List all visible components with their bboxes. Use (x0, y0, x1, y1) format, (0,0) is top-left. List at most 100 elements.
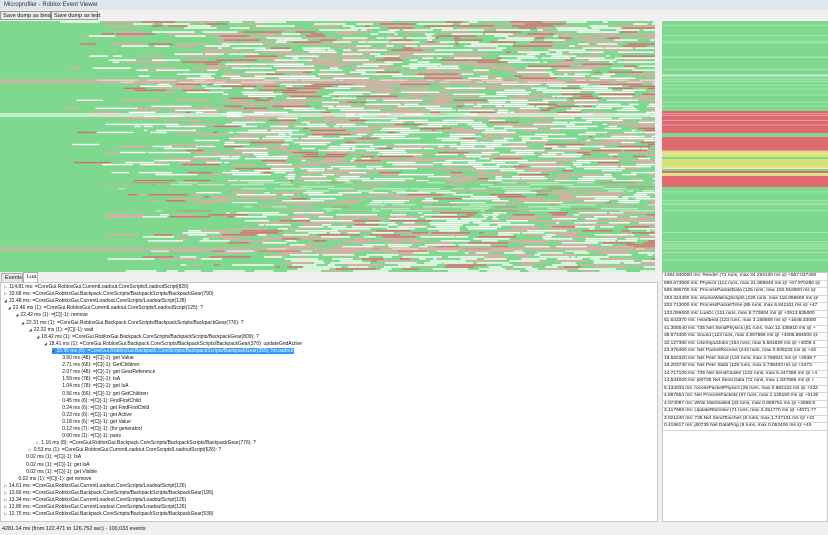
stats-row[interactable]: 283.424400 ms: esumeWaitingScripts (226 … (663, 296, 827, 303)
timeline-segment (208, 65, 244, 67)
stats-row[interactable]: 23.376460 ms: Net PacketReceive (243 run… (663, 348, 827, 356)
stats-row[interactable]: 4.867554 ms: Net ProcessPackets (87 runs… (663, 393, 827, 401)
timeline-segment (506, 268, 515, 270)
timeline-segment (512, 214, 535, 216)
timeline-segment (294, 141, 331, 144)
tree-node[interactable]: ◢ 22.48 ms: =CoreGui.RobloxGui.CurrentLoa… (4, 298, 186, 304)
timeline-segment (215, 198, 253, 200)
timeline-segment (138, 75, 150, 77)
tab-events[interactable]: Events (1, 273, 23, 282)
timeline-segment (582, 87, 609, 89)
stats-row[interactable]: 133.056600 ms: LuaGc (121 runs, max 8.77… (663, 311, 827, 318)
timeline-segment (333, 77, 369, 79)
timeline-segment (114, 31, 144, 33)
timeline-segment (425, 107, 452, 110)
stats-row[interactable]: 41.305540 ms: 735 Net SendPhysics (81 ru… (663, 326, 827, 333)
stats-row[interactable]: 18.562320 ms: Net Peer Send (134 runs, m… (663, 356, 827, 363)
tree-node[interactable]: ◢ 22.31 ms (1): =CoreGui.RobloxGui.Backpa… (21, 320, 243, 326)
tree-node[interactable]: ◢ 22.46 ms (1): =CoreGui.RobloxGui.Curren… (8, 305, 203, 311)
event-stats-list[interactable]: 1484.940000 ms: Render (71 runs, max 34.… (662, 272, 828, 522)
tree-node[interactable]: ▷ 1.16 ms (8): =CoreGui.RobloxGui.Backpac… (36, 440, 256, 446)
tree-node[interactable]: 1.04 ms (78): =[C](-1): get IsA (57, 383, 128, 389)
tree-node[interactable]: ▷ 33.68 ms: =CoreGui.RobloxGui.Backpack.C… (4, 291, 213, 297)
timeline-segment (204, 53, 224, 55)
tree-node[interactable]: ◢ 22.22 ms (1): =[C](-1): wait (29, 327, 94, 333)
tree-node[interactable]: 0.00 ms (1): =[C](-1): pairs (57, 433, 121, 439)
timeline-segment (589, 53, 599, 55)
tree-node[interactable]: 2.07 ms (48): =[C](-1): get GearReferenc… (57, 369, 155, 375)
timeline-segment (266, 73, 284, 75)
timeline-segment (347, 47, 391, 49)
timeline-segment (242, 29, 273, 31)
tree-node[interactable]: ▷ 12.75 ms: =CoreGui.RobloxGui.Backpack.C… (4, 511, 213, 517)
stats-row[interactable]: 14.717100 ms: 735 Net SendCluster (122 r… (663, 371, 827, 378)
timeline-segment (256, 25, 295, 27)
tree-node[interactable]: 3.50 ms (48): =[C](-1): get Value (57, 355, 133, 361)
stats-row[interactable]: 6.134033 ms: rocessPacketPhysics (28 run… (663, 386, 827, 393)
timeline-segment (128, 193, 138, 196)
timeline-segment (586, 37, 602, 39)
timeline-segment (364, 236, 376, 238)
timeline-segment (446, 220, 482, 222)
tree-node[interactable]: ▷ 0.53 ms (1): =CoreGui.RobloxGui.Current… (29, 447, 221, 453)
event-timeline-graph[interactable] (0, 21, 655, 272)
stats-row[interactable]: 1484.940000 ms: Render (71 runs, max 34.… (663, 273, 827, 281)
tree-node[interactable]: ◢ 18.41 ms (1): =CoreGui.RobloxGui.Backpa… (44, 341, 302, 347)
stats-row[interactable]: 14.534000 ms: j60735 Net Send Data (72 r… (663, 378, 827, 386)
timeline-segment (400, 21, 440, 23)
tree-node[interactable]: 1.59 ms (78): =[C](-1): IsA (57, 376, 120, 382)
tree-node[interactable]: 0.56 ms (66): =[C](-1): get GetChildren (57, 391, 148, 397)
timeline-segment (425, 103, 463, 106)
tree-node[interactable]: 0.02 ms (1): =[C](-1): get Visible (21, 469, 97, 475)
tree-node-selected[interactable]: ◢ 15.95 ms (6): =CoreGui.RobloxGui.Backpa… (51, 347, 295, 354)
tree-node[interactable]: 0.24 ms (6): =[C](-1): get FindFirstChil… (57, 405, 149, 411)
save-binary-button[interactable]: Save dump as binary (0, 11, 56, 20)
tree-node[interactable]: 0.12 ms (7): =[C](-1): (for generator) (57, 426, 142, 432)
timeline-segment (398, 105, 440, 108)
save-text-button[interactable]: Save dump as text (51, 11, 100, 20)
tree-node[interactable]: 0.02 ms (1): =[C](-1): IsA (21, 454, 81, 460)
tree-node[interactable]: 0.02 ms (1): =[C](-1): get IsA (21, 462, 90, 468)
tree-node[interactable]: 2.71 ms (66): =[C](-1): GetChildren (57, 362, 139, 368)
tree-node[interactable]: ◢ 22.42 ms (1): =[C](-1): remove (15, 312, 87, 318)
timeline-segment (651, 23, 655, 25)
tree-node[interactable]: ▷ 13.66 ms: =CoreGui.RobloxGui.Backpack.C… (4, 490, 213, 496)
timeline-segment (290, 228, 315, 230)
thread-summary-graph[interactable] (662, 21, 828, 272)
tree-node[interactable]: ▷ 114.81 ms: =CoreGui.RobloxGui.CurrentLo… (4, 284, 189, 290)
stats-row[interactable]: 0.419617 ms: j60735 Net DataPing (9 runs… (663, 423, 827, 431)
timeline-segment (422, 200, 439, 202)
timeline-segment (282, 193, 294, 196)
tree-node[interactable]: ▷ 13.34 ms: =CoreGui.RobloxGui.CurrentLoa… (4, 497, 186, 503)
stats-row[interactable]: 4.074097 ms: Write Marshalled (33 runs, … (663, 401, 827, 408)
timeline-segment (638, 127, 655, 130)
tree-node[interactable]: ◢ 18.42 ms (1): =CoreGui.RobloxGui.Backpa… (36, 334, 258, 340)
timeline-segment (606, 55, 610, 57)
tree-node[interactable]: 0.23 ms (6): =[C](-1): get Active (57, 412, 132, 418)
timeline-segment (456, 105, 464, 108)
timeline-segment (357, 137, 377, 140)
stats-row[interactable]: 32.127380 ms: UserInputJobs (154 runs, m… (663, 341, 827, 348)
tree-node[interactable]: 0.02 ms (1): =[C](-1): get remove (14, 476, 92, 482)
lua-call-tree[interactable]: ▷ 114.81 ms: =CoreGui.RobloxGui.CurrentLo… (0, 282, 658, 522)
tree-node[interactable]: 0.45 ms (6): =[C](-1): FindFirstChild (57, 398, 141, 404)
timeline-segment (631, 171, 655, 174)
timeline-segment (638, 252, 655, 254)
stats-row[interactable]: 38.673400 ms: Sound (123 runs, max 2.067… (663, 333, 827, 341)
tab-lua[interactable]: Lua (23, 272, 38, 282)
stats-row[interactable]: 899.673500 ms: Physics (112 runs, max 21… (663, 281, 827, 288)
tree-node[interactable]: 0.18 ms (6): =[C](-1): get Value (57, 419, 131, 425)
stats-row[interactable]: 202.713000 ms: ProcessPacketTime (85 run… (663, 303, 827, 311)
timeline-segment (448, 256, 485, 258)
stats-row[interactable]: 18.203740 ms: Net Peer Stats (125 runs, … (663, 363, 827, 371)
timeline-segment (653, 226, 655, 228)
tree-node[interactable]: ▷ 14.61 ms: =CoreGui.RobloxGui.CurrentLoa… (4, 483, 186, 489)
stats-row[interactable]: 3.417969 ms: UpdateRbxView (71 runs, max… (663, 408, 827, 416)
timeline-segment (437, 57, 442, 59)
timeline-segment (379, 65, 390, 67)
stats-row[interactable]: 51.643370 ms: Heartbeat (123 runs, max 3… (663, 318, 827, 326)
tree-node[interactable]: ▷ 12.86 ms: =CoreGui.RobloxGui.CurrentLoa… (4, 504, 186, 510)
stats-row[interactable]: 3.021240 ms: 735 Net SendTouches (8 runs… (663, 416, 827, 423)
stats-row[interactable]: 505.996700 ms: ProcessPacketData (125 ru… (663, 288, 827, 296)
timeline-segment (479, 75, 489, 77)
